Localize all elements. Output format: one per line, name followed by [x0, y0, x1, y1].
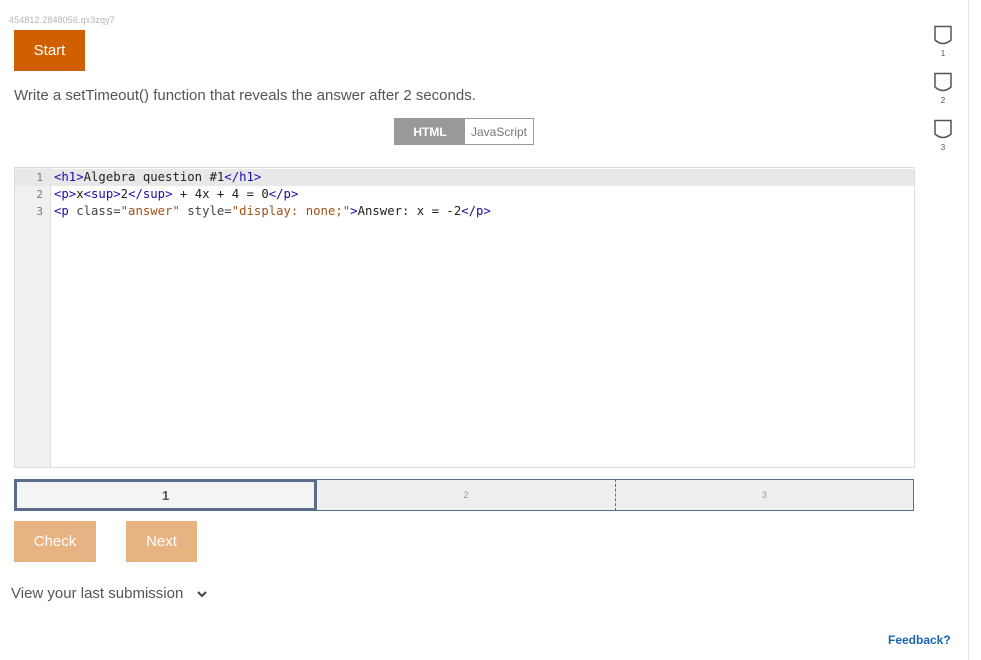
code-text: <h1>Algebra question #1</h1>	[54, 169, 261, 186]
code-token: </h1>	[224, 170, 262, 184]
code-token: <sup>	[83, 187, 121, 201]
code-token: style=	[179, 204, 232, 218]
line-number: 3	[36, 205, 43, 218]
code-token: >	[350, 204, 358, 218]
tab-javascript[interactable]: JavaScript	[465, 119, 533, 144]
level-3-number: 3	[940, 143, 946, 152]
step-3[interactable]: 3	[615, 479, 914, 511]
code-token: </p>	[268, 187, 299, 201]
language-toggle: HTML JavaScript	[394, 118, 534, 145]
code-token: <p	[54, 204, 77, 218]
code-token: x	[76, 187, 84, 201]
level-2-number: 2	[940, 96, 946, 105]
right-divider	[968, 0, 969, 660]
activity-id: 454812.2848056.qx3zqy7	[9, 15, 115, 25]
code-token: class=	[76, 204, 121, 218]
code-token: Algebra question #1	[83, 170, 225, 184]
code-token: </p>	[461, 204, 491, 218]
code-token: "answer"	[120, 204, 180, 218]
level-badge-icon	[934, 119, 952, 139]
next-button[interactable]: Next	[126, 521, 197, 562]
code-token: Answer: x = -2	[357, 204, 462, 218]
code-line: 2 <p>x<sup>2</sup> + 4x + 4 = 0</p>	[15, 186, 914, 203]
level-3-indicator[interactable]: 3	[931, 119, 955, 159]
line-number: 2	[36, 188, 43, 201]
code-token: <p>	[54, 187, 77, 201]
check-button[interactable]: Check	[14, 521, 96, 562]
code-token: </sup>	[128, 187, 173, 201]
code-text: <p>x<sup>2</sup> + 4x + 4 = 0</p>	[54, 186, 298, 203]
code-editor[interactable]: 1 <h1>Algebra question #1</h1> 2 <p>x<sup>2…	[14, 167, 915, 468]
feedback-link[interactable]: Feedback?	[888, 633, 951, 647]
level-badge-icon	[934, 72, 952, 92]
tab-html[interactable]: HTML	[395, 119, 465, 144]
view-last-submission[interactable]: View your last submission	[11, 585, 209, 602]
level-1-indicator[interactable]: 1	[931, 25, 955, 65]
step-1[interactable]: 1	[14, 479, 318, 511]
code-token: 2	[120, 187, 129, 201]
progress-steps: 1 2 3	[14, 479, 914, 511]
activity-prompt: Write a setTimeout() function that revea…	[14, 87, 476, 104]
level-1-number: 1	[940, 49, 946, 58]
code-token: <h1>	[54, 170, 84, 184]
code-line: 3 <p class="answer" style="display: none;…	[15, 203, 914, 220]
code-token: + 4x + 4 = 0	[172, 187, 269, 201]
level-badge-icon	[934, 25, 952, 45]
level-2-indicator[interactable]: 2	[931, 72, 955, 112]
code-token: "display: none;"	[231, 204, 351, 218]
start-button[interactable]: Start	[14, 30, 85, 71]
line-number: 1	[36, 171, 43, 184]
code-lines: 1 <h1>Algebra question #1</h1> 2 <p>x<sup>2…	[15, 169, 914, 220]
chevron-down-icon	[195, 587, 209, 601]
step-2[interactable]: 2	[317, 479, 616, 511]
view-last-submission-label: View your last submission	[11, 585, 184, 602]
code-line: 1 <h1>Algebra question #1</h1>	[15, 169, 914, 186]
code-text: <p class="answer" style="display: none;"…	[54, 203, 491, 220]
